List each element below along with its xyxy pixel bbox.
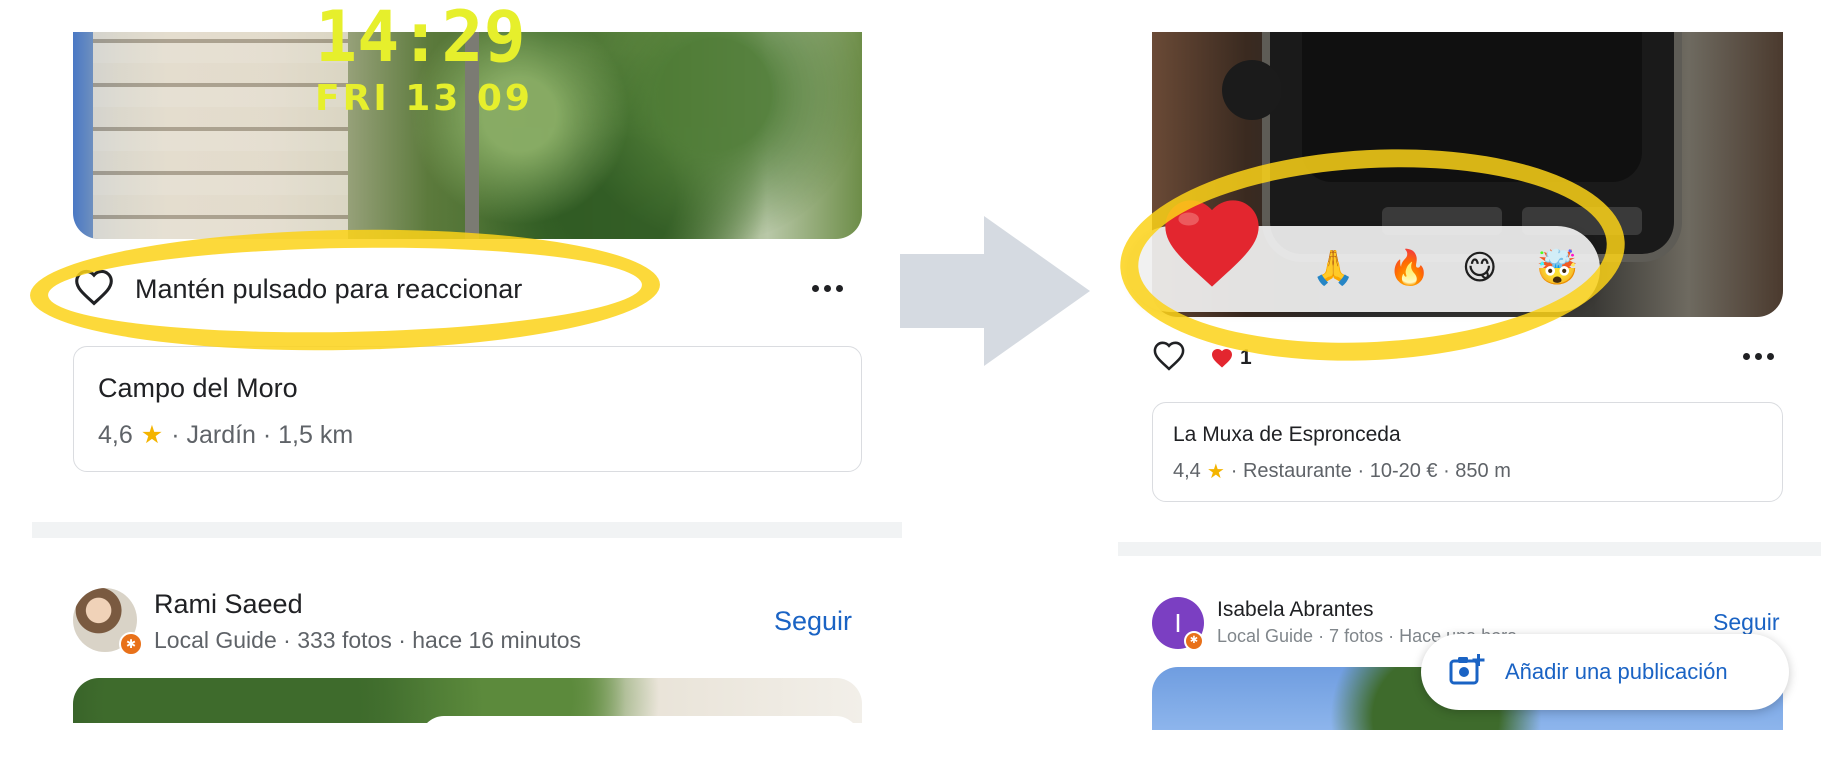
place-name: La Muxa de Espronceda	[1173, 423, 1401, 446]
post-author[interactable]: Isabela Abrantes	[1217, 598, 1373, 622]
place-rating: 4,6	[98, 420, 133, 449]
place-details: · Jardín · 1,5 km	[171, 420, 354, 449]
arrow-right-icon	[900, 216, 1090, 371]
play-button-icon	[1222, 60, 1282, 120]
heart-outline-icon[interactable]	[1152, 340, 1186, 376]
add-post-button[interactable]: Añadir una publicación	[1421, 634, 1789, 710]
right-place-card[interactable]: La Muxa de Espronceda 4,4 ★ · Restaurant…	[1152, 402, 1783, 502]
local-guide-badge-icon: ✱	[1184, 631, 1204, 651]
avatar-initial: I	[1174, 607, 1182, 638]
watch-time: 14:29	[315, 0, 526, 78]
section-divider	[32, 522, 902, 538]
small-heart-icon	[1212, 349, 1232, 368]
watch-date: FRI 13 09	[315, 78, 533, 119]
local-guide-badge-icon: ✱	[119, 632, 143, 656]
post-author[interactable]: Rami Saeed	[154, 589, 303, 620]
add-post-label: Añadir una publicación	[1505, 659, 1728, 684]
place-meta: 4,6 ★ · Jardín · 1,5 km	[98, 420, 837, 450]
post-author-meta: Local Guide · 333 fotos · hace 16 minuto…	[154, 627, 582, 653]
add-photo-icon	[1449, 653, 1485, 691]
avatar[interactable]: I ✱	[1152, 597, 1204, 651]
place-details: · Restaurante · 10-20 € · 850 m	[1230, 460, 1511, 482]
more-options-icon[interactable]	[1743, 353, 1774, 360]
photo-building	[93, 32, 348, 239]
section-divider	[1118, 542, 1821, 556]
overlay-chip	[420, 716, 860, 746]
star-icon: ★	[140, 421, 164, 449]
place-name: Campo del Moro	[98, 373, 298, 403]
more-options-icon[interactable]	[812, 285, 843, 292]
follow-button[interactable]: Seguir	[774, 606, 852, 637]
place-rating: 4,4	[1173, 460, 1201, 482]
highlight-annotation	[29, 224, 661, 356]
follow-button[interactable]: Seguir	[1713, 609, 1779, 636]
place-meta: 4,4 ★ · Restaurante · 10-20 € · 850 m	[1173, 459, 1762, 484]
left-place-card[interactable]: Campo del Moro 4,6 ★ · Jardín · 1,5 km	[73, 346, 862, 472]
star-icon: ★	[1206, 461, 1225, 483]
avatar[interactable]: ✱	[73, 588, 143, 656]
